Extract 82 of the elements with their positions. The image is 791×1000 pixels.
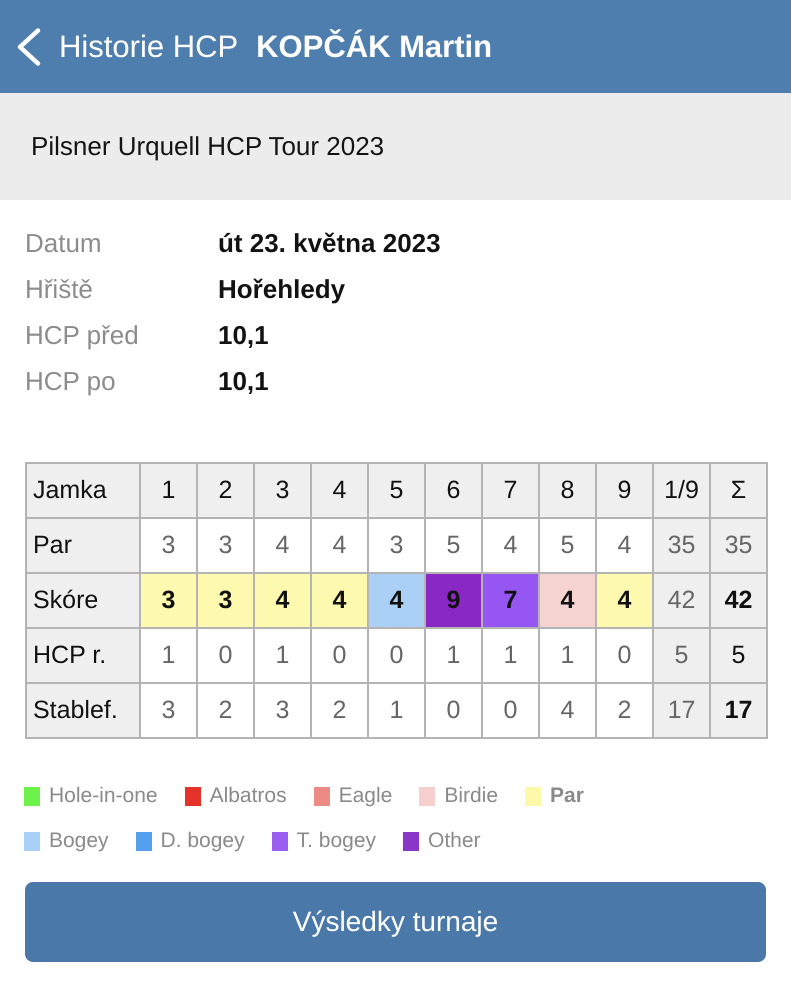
legend-label: Albatros bbox=[210, 784, 287, 808]
table-cell: 35 bbox=[710, 518, 767, 573]
column-header: 3 bbox=[254, 463, 311, 518]
table-cell: 1 bbox=[482, 628, 539, 683]
row-header: Skóre bbox=[26, 573, 140, 628]
column-header: 6 bbox=[425, 463, 482, 518]
table-cell: 4 bbox=[254, 518, 311, 573]
table-cell: 0 bbox=[311, 628, 368, 683]
table-cell: 4 bbox=[539, 573, 596, 628]
table-cell: 4 bbox=[311, 573, 368, 628]
column-header: 8 bbox=[539, 463, 596, 518]
field-label: Datum bbox=[25, 228, 102, 258]
table-cell: 0 bbox=[596, 628, 653, 683]
results-button[interactable]: Výsledky turnaje bbox=[25, 882, 766, 962]
table-cell: 5 bbox=[653, 628, 710, 683]
legend-label: Par bbox=[550, 784, 584, 808]
row-header: HCP r. bbox=[26, 628, 140, 683]
column-header: 2 bbox=[197, 463, 254, 518]
column-header: 7 bbox=[482, 463, 539, 518]
field-value: 10,1 bbox=[218, 320, 269, 350]
legend-label: Bogey bbox=[49, 829, 109, 853]
table-cell: 1 bbox=[539, 628, 596, 683]
table-cell: 17 bbox=[710, 683, 767, 738]
table-cell: 4 bbox=[482, 518, 539, 573]
legend-label: T. bogey bbox=[296, 829, 376, 853]
table-cell: 4 bbox=[596, 518, 653, 573]
table-cell: 3 bbox=[140, 573, 197, 628]
legend-label: Birdie bbox=[444, 784, 498, 808]
table-cell: 2 bbox=[596, 683, 653, 738]
table-cell: 1 bbox=[140, 628, 197, 683]
table-cell: 42 bbox=[653, 573, 710, 628]
field-label: Hřiště bbox=[25, 274, 93, 304]
legend-label: D. bogey bbox=[160, 829, 245, 853]
row-header: Stablef. bbox=[26, 683, 140, 738]
table-cell: 0 bbox=[197, 628, 254, 683]
page-title: KOPČÁK Martin bbox=[256, 28, 492, 64]
column-header: Σ bbox=[710, 463, 767, 518]
legend-label: Other bbox=[428, 829, 481, 853]
table-cell: 2 bbox=[197, 683, 254, 738]
chevron-left-icon bbox=[17, 28, 41, 66]
row-header: Par bbox=[26, 518, 140, 573]
table-cell: 4 bbox=[311, 518, 368, 573]
table-cell: 1 bbox=[368, 683, 425, 738]
table-cell: 3 bbox=[140, 683, 197, 738]
table-cell: 4 bbox=[596, 573, 653, 628]
table-cell: 0 bbox=[482, 683, 539, 738]
table-cell: 5 bbox=[425, 518, 482, 573]
field-value: Hořehledy bbox=[218, 274, 346, 304]
table-cell: 0 bbox=[368, 628, 425, 683]
table-cell: 5 bbox=[539, 518, 596, 573]
field-label: HCP po bbox=[25, 366, 116, 396]
field-value: út 23. května 2023 bbox=[218, 228, 441, 258]
column-header: 9 bbox=[596, 463, 653, 518]
table-cell: 1 bbox=[425, 628, 482, 683]
table-cell: 7 bbox=[482, 573, 539, 628]
table-cell: 35 bbox=[653, 518, 710, 573]
tournament-name: Pilsner Urquell HCP Tour 2023 bbox=[31, 131, 384, 162]
table-cell: 4 bbox=[368, 573, 425, 628]
table-cell: 9 bbox=[425, 573, 482, 628]
table-cell: 3 bbox=[140, 518, 197, 573]
column-header: 4 bbox=[311, 463, 368, 518]
table-cell: 3 bbox=[368, 518, 425, 573]
table-cell: 5 bbox=[710, 628, 767, 683]
column-header: 1/9 bbox=[653, 463, 710, 518]
table-cell: 1 bbox=[254, 628, 311, 683]
column-header: 5 bbox=[368, 463, 425, 518]
field-value: 10,1 bbox=[218, 366, 269, 396]
field-label: HCP před bbox=[25, 320, 139, 350]
table-cell: 3 bbox=[197, 518, 254, 573]
table-cell: 3 bbox=[197, 573, 254, 628]
back-button[interactable]: Historie HCP bbox=[17, 28, 238, 66]
table-cell: 17 bbox=[653, 683, 710, 738]
table-cell: 4 bbox=[539, 683, 596, 738]
table-cell: 3 bbox=[254, 683, 311, 738]
column-header: Jamka bbox=[26, 463, 140, 518]
legend-label: Hole-in-one bbox=[49, 784, 158, 808]
column-header: 1 bbox=[140, 463, 197, 518]
table-cell: 42 bbox=[710, 573, 767, 628]
table-cell: 0 bbox=[425, 683, 482, 738]
legend-label: Eagle bbox=[338, 784, 392, 808]
table-cell: 4 bbox=[254, 573, 311, 628]
table-cell: 2 bbox=[311, 683, 368, 738]
